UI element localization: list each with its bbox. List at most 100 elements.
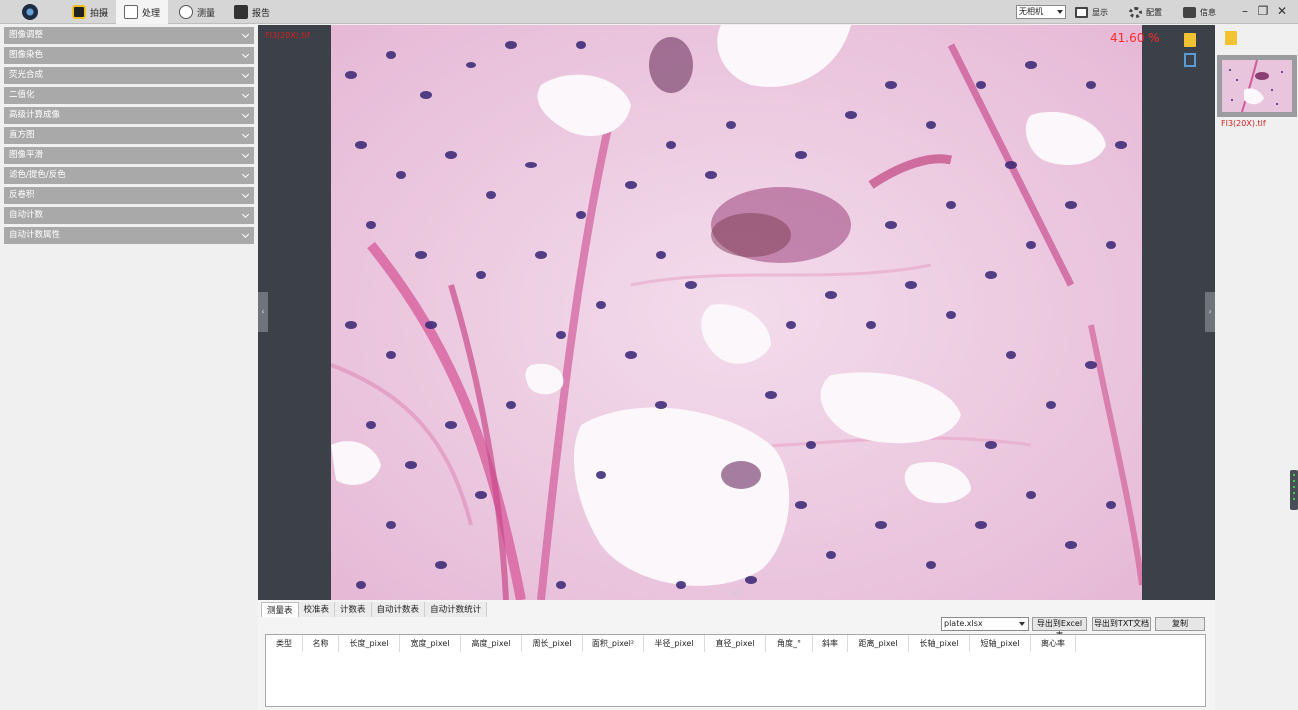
sidebar-item-label: 图像染色 — [9, 50, 44, 60]
sidebar-item-image-adjust[interactable]: 图像调整 — [4, 27, 254, 44]
copy-button[interactable]: 复制 — [1155, 617, 1205, 631]
chevron-down-icon — [241, 110, 250, 119]
column-header[interactable]: 宽度_pixel — [400, 635, 461, 652]
info-button[interactable]: 信息 — [1183, 4, 1216, 20]
column-header[interactable]: 直径_pixel — [705, 635, 766, 652]
chevron-down-icon — [241, 190, 250, 199]
open-folder-icon[interactable] — [1184, 33, 1196, 47]
tools-sidebar: 图像调整 图像染色 荧光合成 二值化 高级计算成像 直方图 图像平滑 滤色/提色… — [0, 25, 258, 710]
tissue-image — [331, 25, 1142, 600]
zoom-level: 41.60 % — [1110, 31, 1160, 45]
sidebar-item-deconvolution[interactable]: 反卷积 — [4, 187, 254, 204]
sidebar-item-label: 图像调整 — [9, 30, 44, 40]
display-label: 显示 — [1092, 7, 1108, 17]
chevron-down-icon — [241, 210, 250, 219]
config-label: 配置 — [1146, 7, 1162, 17]
viewer-filename: FI3(20X).tif — [265, 31, 310, 40]
image-process-icon — [124, 5, 138, 19]
sidebar-item-label: 滤色/提色/反色 — [9, 170, 66, 180]
results-tabs: 测量表 校准表 计数表 自动计数表 自动计数统计 — [261, 602, 488, 617]
thumbnail-item[interactable] — [1217, 55, 1297, 117]
tab-measure-table[interactable]: 测量表 — [261, 602, 299, 617]
column-header[interactable]: 名称 — [303, 635, 339, 652]
minimize-button[interactable]: – — [1238, 3, 1252, 19]
top-toolbar: 拍摄 处理 测量 报告 无相机 显示 配置 信息 – ❐ ✕ — [0, 0, 1298, 24]
column-header[interactable]: 长轴_pixel — [909, 635, 970, 652]
column-header[interactable]: 斜率 — [813, 635, 848, 652]
tab-measure-label: 测量 — [197, 8, 216, 19]
tab-report[interactable]: 报告 — [226, 0, 278, 24]
table-header: 类型 名称 长度_pixel 宽度_pixel 高度_pixel 周长_pixe… — [266, 635, 1205, 652]
sidebar-item-label: 荧光合成 — [9, 70, 44, 80]
chevron-down-icon — [241, 50, 250, 59]
tab-process-label: 处理 — [142, 8, 161, 19]
chevron-down-icon — [1019, 622, 1025, 626]
sidebar-item-auto-count[interactable]: 自动计数 — [4, 207, 254, 224]
sidebar-item-label: 反卷积 — [9, 190, 35, 200]
sidebar-item-label: 自动计数 — [9, 210, 44, 220]
export-txt-button[interactable]: 导出到TXT文档 — [1092, 617, 1151, 631]
camera-select-value: 无相机 — [1019, 7, 1043, 16]
chevron-down-icon — [241, 150, 250, 159]
measurement-table[interactable]: 类型 名称 长度_pixel 宽度_pixel 高度_pixel 周长_pixe… — [265, 634, 1206, 707]
column-header[interactable]: 角度_° — [766, 635, 813, 652]
chevron-down-icon — [241, 70, 250, 79]
chevron-down-icon — [241, 30, 250, 39]
camera-capture-icon — [72, 5, 86, 19]
right-panel-toggle[interactable]: › — [1205, 292, 1215, 332]
sidebar-item-image-stain[interactable]: 图像染色 — [4, 47, 254, 64]
template-file-select[interactable]: plate.xlsx — [941, 617, 1029, 631]
column-header[interactable]: 半径_pixel — [644, 635, 705, 652]
tab-capture-label: 拍摄 — [90, 8, 109, 19]
column-header[interactable]: 短轴_pixel — [970, 635, 1031, 652]
column-header[interactable]: 周长_pixel — [522, 635, 583, 652]
left-panel-toggle[interactable]: ‹ — [258, 292, 268, 332]
sidebar-item-smoothing[interactable]: 图像平滑 — [4, 147, 254, 164]
thumbnail-label: FI3(20X).tif — [1221, 119, 1266, 128]
tab-report-label: 报告 — [252, 8, 271, 19]
tab-measure[interactable]: 测量 — [171, 0, 223, 24]
display-icon — [1075, 6, 1088, 18]
edge-drag-handle[interactable] — [1290, 470, 1298, 510]
close-button[interactable]: ✕ — [1275, 3, 1289, 19]
chevron-down-icon — [241, 170, 250, 179]
measure-icon — [179, 5, 193, 19]
microscope-image[interactable] — [331, 25, 1142, 600]
image-viewer[interactable]: ‹ › FI3(20X).tif 41.60 % — [258, 25, 1215, 600]
sidebar-item-color-filter[interactable]: 滤色/提色/反色 — [4, 167, 254, 184]
chevron-down-icon — [241, 90, 250, 99]
column-header[interactable]: 离心率 — [1031, 635, 1076, 652]
gear-icon — [1129, 6, 1142, 18]
sidebar-item-histogram[interactable]: 直方图 — [4, 127, 254, 144]
column-header[interactable]: 面积_pixel² — [583, 635, 644, 652]
tab-capture[interactable]: 拍摄 — [64, 0, 116, 24]
sidebar-item-auto-count-props[interactable]: 自动计数属性 — [4, 227, 254, 244]
folder-icon[interactable] — [1225, 31, 1237, 45]
sidebar-item-label: 二值化 — [9, 90, 35, 100]
sidebar-item-binarize[interactable]: 二值化 — [4, 87, 254, 104]
thumbnail-image — [1222, 60, 1292, 112]
config-button[interactable]: 配置 — [1129, 4, 1162, 20]
chevron-down-icon — [1057, 10, 1063, 14]
restore-button[interactable]: ❐ — [1256, 3, 1270, 19]
camera-select[interactable]: 无相机 — [1016, 5, 1066, 19]
tab-auto-count-table[interactable]: 自动计数表 — [371, 602, 426, 617]
column-header[interactable]: 长度_pixel — [339, 635, 400, 652]
template-file-value: plate.xlsx — [944, 619, 983, 628]
sidebar-item-label: 图像平滑 — [9, 150, 44, 160]
column-header[interactable]: 类型 — [266, 635, 303, 652]
sidebar-item-advanced-imaging[interactable]: 高级计算成像 — [4, 107, 254, 124]
compare-view-icon[interactable] — [1184, 53, 1196, 67]
tab-process[interactable]: 处理 — [116, 0, 169, 24]
results-panel: 测量表 校准表 计数表 自动计数表 自动计数统计 plate.xlsx 导出到E… — [258, 600, 1215, 710]
export-excel-button[interactable]: 导出到Excel表 — [1032, 617, 1087, 640]
chevron-down-icon — [241, 130, 250, 139]
column-header[interactable]: 高度_pixel — [461, 635, 522, 652]
sidebar-item-fluorescence[interactable]: 荧光合成 — [4, 67, 254, 84]
tab-auto-count-stats[interactable]: 自动计数统计 — [425, 602, 488, 617]
display-button[interactable]: 显示 — [1075, 4, 1108, 20]
tab-calibration-table[interactable]: 校准表 — [298, 602, 336, 617]
tab-count-table[interactable]: 计数表 — [335, 602, 372, 617]
column-header[interactable]: 距离_pixel — [848, 635, 909, 652]
sidebar-item-label: 直方图 — [9, 130, 35, 140]
